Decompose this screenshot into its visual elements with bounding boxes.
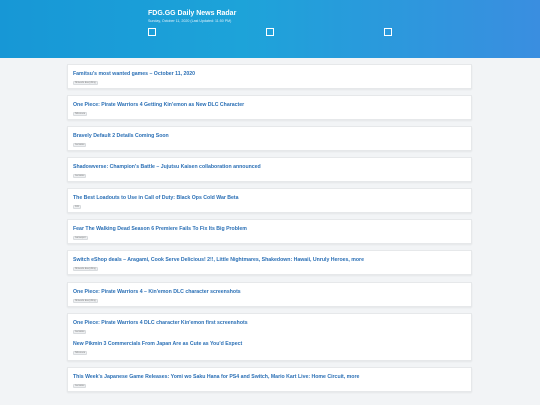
- article-link[interactable]: The Best Loadouts to Use in Call of Duty…: [73, 195, 239, 201]
- article-link[interactable]: Famitsu's most wanted games – October 11…: [73, 71, 195, 77]
- list-item: Famitsu's most wanted games – October 11…: [73, 71, 195, 85]
- article-link[interactable]: Shadowverse: Champion's Battle – Jujutsu…: [73, 164, 261, 170]
- list-item: Shadowverse: Champion's Battle – Jujutsu…: [73, 164, 261, 178]
- list-item: Fear The Walking Dead Season 6 Premiere …: [73, 226, 247, 240]
- source-badge[interactable]: Siliconera: [73, 112, 88, 116]
- source-badge[interactable]: Nintendo Everything: [73, 299, 98, 303]
- article-link[interactable]: Fear The Walking Dead Season 6 Premiere …: [73, 226, 247, 232]
- list-item: New Pikmin 3 Commercials From Japan Are …: [73, 341, 242, 355]
- checkbox-icon[interactable]: [384, 28, 392, 36]
- checkbox-icon[interactable]: [266, 28, 274, 36]
- news-card: The Best Loadouts to Use in Call of Duty…: [67, 188, 472, 213]
- news-card: One Piece: Pirate Warriors 4 Getting Kin…: [67, 95, 472, 120]
- source-badge[interactable]: Nintendo Everything: [73, 267, 98, 271]
- list-item: Bravely Default 2 Details Coming Soon Ge…: [73, 133, 169, 147]
- news-card: One Piece: Pirate Warriors 4 – Kin'emon …: [67, 282, 472, 307]
- source-badge[interactable]: Gematsu: [73, 330, 87, 334]
- list-item: One Piece: Pirate Warriors 4 – Kin'emon …: [73, 289, 241, 303]
- list-item: One Piece: Pirate Warriors 4 DLC charact…: [73, 320, 248, 334]
- article-link[interactable]: One Piece: Pirate Warriors 4 DLC charact…: [73, 320, 248, 326]
- source-badge[interactable]: Gematsu: [73, 174, 87, 178]
- list-item: The Best Loadouts to Use in Call of Duty…: [73, 195, 239, 209]
- news-card: Shadowverse: Champion's Battle – Jujutsu…: [67, 157, 472, 182]
- source-badge[interactable]: Gamespot: [73, 236, 88, 240]
- list-item: Switch eShop deals – Aragami, Cook Serve…: [73, 257, 364, 271]
- page-title: FDG.GG Daily News Radar: [148, 10, 237, 17]
- article-link[interactable]: One Piece: Pirate Warriors 4 Getting Kin…: [73, 102, 244, 108]
- checkbox-icon[interactable]: [148, 28, 156, 36]
- news-card: Switch eShop deals – Aragami, Cook Serve…: [67, 250, 472, 275]
- source-badge[interactable]: Gematsu: [73, 384, 87, 388]
- list-item: One Piece: Pirate Warriors 4 Getting Kin…: [73, 102, 244, 116]
- article-link[interactable]: One Piece: Pirate Warriors 4 – Kin'emon …: [73, 289, 241, 295]
- list-item: This Week's Japanese Game Releases: Yomi…: [73, 374, 359, 388]
- source-badge[interactable]: Siliconera: [73, 351, 88, 355]
- header-banner: FDG.GG Daily News Radar Sunday, October …: [0, 0, 540, 58]
- last-updated-text: Sunday, October 11, 2020 (Last Updated: …: [148, 19, 232, 23]
- article-link[interactable]: New Pikmin 3 Commercials From Japan Are …: [73, 341, 242, 347]
- news-card: One Piece: Pirate Warriors 4 DLC charact…: [67, 313, 472, 361]
- source-badge[interactable]: Nintendo Everything: [73, 81, 98, 85]
- source-badge[interactable]: Gematsu: [73, 143, 87, 147]
- news-card: Fear The Walking Dead Season 6 Premiere …: [67, 219, 472, 244]
- article-link[interactable]: This Week's Japanese Game Releases: Yomi…: [73, 374, 359, 380]
- news-card: This Week's Japanese Game Releases: Yomi…: [67, 367, 472, 392]
- news-card: Bravely Default 2 Details Coming Soon Ge…: [67, 126, 472, 151]
- article-link[interactable]: Switch eShop deals – Aragami, Cook Serve…: [73, 257, 364, 263]
- article-link[interactable]: Bravely Default 2 Details Coming Soon: [73, 133, 169, 139]
- source-badge[interactable]: IGN: [73, 205, 82, 209]
- news-card: Famitsu's most wanted games – October 11…: [67, 64, 472, 89]
